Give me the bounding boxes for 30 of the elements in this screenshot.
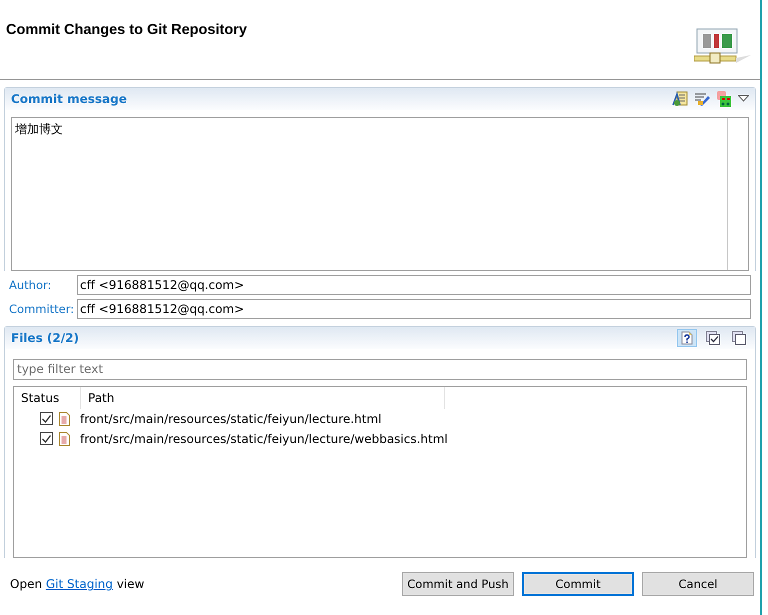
sign-off-icon[interactable] — [672, 90, 688, 107]
message-text: 增加博文 — [15, 120, 63, 138]
show-untracked-button[interactable] — [677, 328, 697, 347]
edit-text-icon[interactable] — [694, 90, 710, 107]
deselect-all-button[interactable] — [729, 328, 749, 347]
column-header[interactable]: Status — [14, 386, 81, 409]
file-path[interactable]: front/src/main/resources/static/feiyun/lecture.html — [80, 412, 382, 426]
file-path[interactable]: front/src/main/resources/static/feiyun/lecture/webbasics.html — [80, 432, 448, 446]
file-checkbox[interactable] — [40, 412, 53, 426]
dialog-button[interactable]: Cancel — [642, 572, 754, 596]
field-label: Author: — [9, 278, 52, 292]
dialog-button[interactable]: Commit — [522, 572, 634, 596]
section-title: Files (2/2) — [11, 330, 79, 345]
footer-text: Open Git Staging view — [10, 577, 144, 592]
select-all-button[interactable] — [703, 328, 723, 347]
commit-message-field[interactable]: 增加博文 — [11, 116, 749, 271]
file-checkbox[interactable] — [40, 432, 53, 446]
filter-field[interactable]: type filter text — [13, 358, 747, 380]
author-field[interactable]: cff <916881512@qq.com> — [77, 274, 751, 295]
dropdown-caret-icon[interactable] — [738, 95, 749, 102]
dialog-title: Commit Changes to Git Repository — [6, 22, 247, 38]
section-title: Commit message — [11, 92, 127, 106]
committer-field[interactable]: cff <916881512@qq.com> — [77, 298, 751, 319]
file-icon — [59, 412, 70, 426]
column-header[interactable]: Path — [81, 386, 445, 409]
git-staging-link[interactable]: Git Staging — [46, 577, 113, 592]
change-id-icon[interactable] — [716, 90, 732, 107]
file-icon — [59, 432, 70, 446]
field-label: Committer: — [9, 302, 76, 316]
dialog-button[interactable]: Commit and Push — [402, 572, 514, 596]
